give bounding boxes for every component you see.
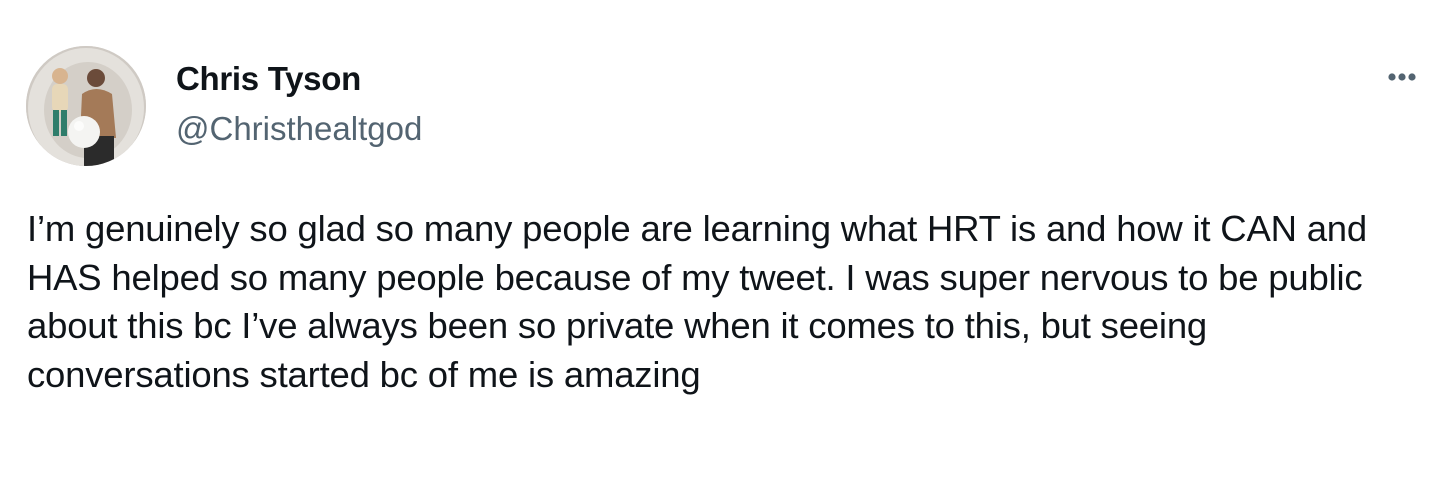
tweet-text: I’m genuinely so glad so many people are…: [27, 208, 1377, 395]
author-name[interactable]: Chris Tyson: [176, 60, 361, 98]
avatar[interactable]: [26, 46, 146, 166]
more-horizontal-icon: [1388, 73, 1416, 81]
tweet-card: Chris Tyson @Christhealtgod I’m genuinel…: [0, 0, 1440, 481]
avatar-photo: [26, 46, 146, 166]
author-handle[interactable]: @Christhealtgod: [176, 110, 422, 148]
more-options-button[interactable]: [1380, 62, 1424, 92]
